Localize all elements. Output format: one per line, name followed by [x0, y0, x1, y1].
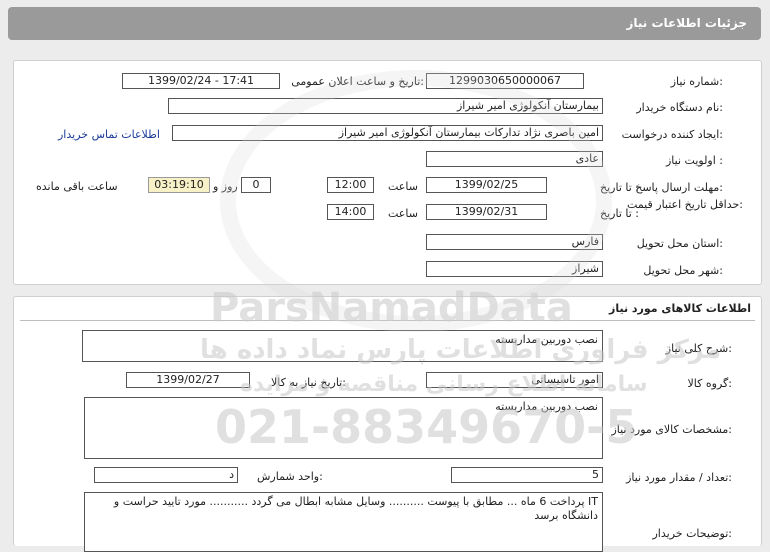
buyer-org-label: نام دستگاه خریدار: — [636, 101, 723, 114]
qty-label: تعداد / مقدار مورد نیاز: — [626, 471, 732, 484]
need-details-panel: شماره نیاز: 1299030650000067 تاریخ و ساع… — [13, 60, 762, 285]
creator-label: ایجاد کننده درخواست: — [621, 128, 723, 141]
page-title: جزئیات اطلاعات نیاز — [626, 16, 747, 30]
summary-field: نصب دوربین مداربسته — [82, 330, 603, 362]
unit-field: د — [94, 467, 238, 483]
goods-group-label: گروه کالا: — [687, 377, 732, 390]
buyer-notes-label: توضیحات خریدار: — [652, 527, 733, 540]
validity-time-label: ساعت — [388, 207, 418, 220]
remaining-time-field: 03:19:10 — [148, 177, 210, 193]
reply-to-date-label: تا تاریخ : — [600, 181, 639, 194]
need-date-field: 1399/02/27 — [126, 372, 250, 388]
reply-time-label: ساعت — [388, 180, 418, 193]
spec-field: نصب دوربین مداربسته — [84, 397, 603, 459]
buyer-contact-link[interactable]: اطلاعات تماس خریدار — [58, 128, 160, 141]
need-number-field: 1299030650000067 — [426, 73, 584, 89]
days-label: روز و — [213, 180, 238, 193]
city-label: شهر محل تحویل: — [643, 264, 723, 277]
reply-date-field: 1399/02/25 — [426, 177, 547, 193]
goods-section-title: اطلاعات کالاهای مورد نیاز — [609, 302, 751, 315]
need-number-label: شماره نیاز: — [670, 75, 723, 88]
spec-label: مشخصات کالای مورد نیاز: — [611, 423, 732, 436]
summary-label: شرح کلی نیاز: — [665, 342, 732, 355]
unit-label: واحد شمارش: — [257, 470, 323, 483]
buyer-org-field: بیمارستان آنکولوژی امیر شیراز — [168, 98, 603, 114]
priority-field: عادی — [426, 151, 603, 167]
validity-date-field: 1399/02/31 — [426, 204, 547, 220]
creator-field: امین باصری نژاد تدارکات بیمارستان آنکولو… — [172, 125, 603, 141]
announce-date-field: 1399/02/24 - 17:41 — [122, 73, 280, 89]
announce-date-label: تاریخ و ساعت اعلان عمومی: — [291, 75, 424, 88]
section-divider — [20, 320, 755, 321]
qty-field: 5 — [451, 467, 603, 483]
remaining-days-field: 0 — [241, 177, 271, 193]
remaining-time-label: ساعت باقی مانده — [36, 180, 118, 193]
goods-panel: اطلاعات کالاهای مورد نیاز شرح کلی نیاز: … — [13, 296, 762, 552]
province-label: استان محل تحویل: — [636, 237, 723, 250]
goods-group-field: امور تاسیساتی — [426, 372, 603, 388]
reply-time-field: 12:00 — [327, 177, 374, 193]
validity-to-date-label: تا تاریخ : — [600, 207, 639, 220]
priority-label: اولویت نیاز : — [665, 154, 723, 167]
need-date-label: تاریخ نیاز به کالا: — [271, 376, 346, 389]
reply-deadline-label: مهلت ارسال پاسخ: — [635, 181, 723, 194]
buyer-notes-field: پرداخت 6 ماه ... مطابق با پیوست ........… — [84, 492, 603, 552]
page-header: جزئیات اطلاعات نیاز — [8, 7, 761, 40]
validity-time-field: 14:00 — [327, 204, 374, 220]
province-field: فارس — [426, 234, 603, 250]
city-field: شیراز — [426, 261, 603, 277]
